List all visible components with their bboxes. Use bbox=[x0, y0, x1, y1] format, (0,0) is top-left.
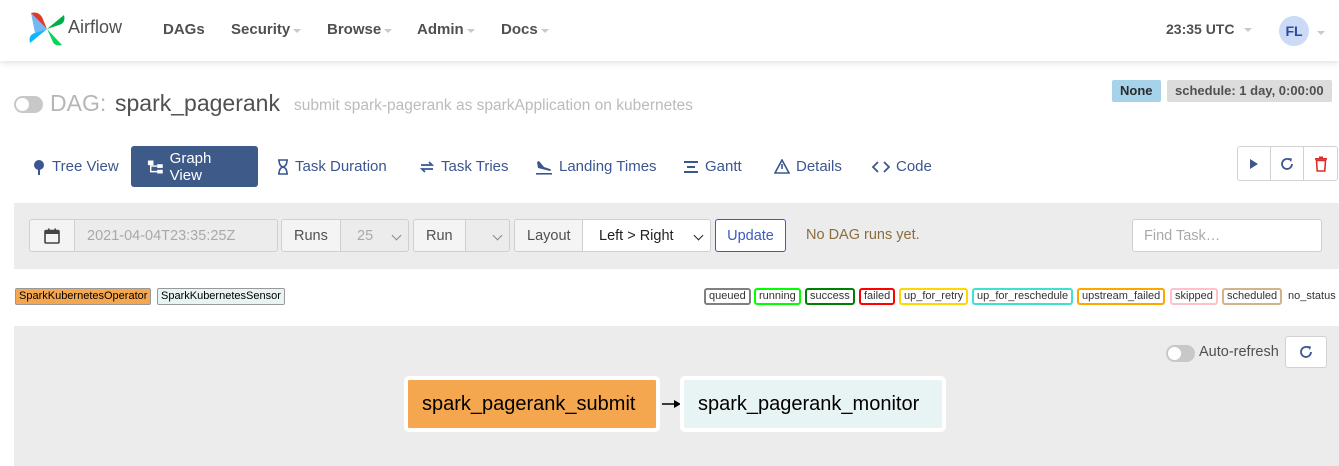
refresh-dag-button[interactable] bbox=[1271, 147, 1304, 180]
play-icon bbox=[1250, 158, 1258, 169]
dag-actions bbox=[1237, 146, 1338, 181]
execution-date-select[interactable] bbox=[465, 219, 510, 252]
tab-label: Task Tries bbox=[441, 158, 509, 175]
status-badge: None bbox=[1112, 80, 1161, 102]
nav-browse-label: Browse bbox=[327, 21, 382, 38]
timezone-dropdown[interactable]: 23:35 UTC bbox=[1166, 21, 1253, 37]
refresh-icon bbox=[1281, 157, 1293, 170]
tab-details[interactable]: Details bbox=[758, 146, 858, 187]
retry-icon bbox=[419, 160, 435, 173]
edge-arrow-icon bbox=[662, 400, 681, 408]
dag-description: submit spark-pagerank as sparkApplicatio… bbox=[294, 97, 693, 114]
runs-label: Runs bbox=[281, 219, 341, 252]
tab-label: Gantt bbox=[705, 158, 742, 175]
layout-label: Layout bbox=[514, 219, 583, 252]
chevron-down-icon bbox=[391, 230, 402, 241]
dag-graph-canvas[interactable]: Auto-refresh spark_pagerank_submit spark… bbox=[14, 326, 1339, 466]
tab-label: Graph View bbox=[169, 149, 212, 184]
status-legend-up-for-reschedule[interactable]: up_for_reschedule bbox=[972, 288, 1074, 305]
no-runs-message: No DAG runs yet. bbox=[806, 227, 920, 243]
airflow-brand[interactable]: Airflow bbox=[28, 11, 122, 47]
tab-label: Landing Times bbox=[559, 158, 657, 175]
find-task-input[interactable]: Find Task… bbox=[1132, 219, 1322, 252]
update-button[interactable]: Update bbox=[715, 219, 786, 252]
chevron-down-icon bbox=[293, 28, 302, 33]
graph-filter-bar: 2021-04-04T23:35:25Z Runs 25 Run Layout … bbox=[14, 203, 1339, 269]
user-menu-chevron-icon[interactable] bbox=[1317, 31, 1325, 35]
status-legend-skipped[interactable]: skipped bbox=[1170, 288, 1218, 305]
layout-value: Left > Right bbox=[599, 227, 674, 244]
nav-browse[interactable]: Browse bbox=[327, 21, 393, 38]
nav-admin-label: Admin bbox=[417, 21, 464, 38]
nav-docs-label: Docs bbox=[501, 21, 538, 38]
auto-refresh-toggle[interactable] bbox=[1166, 345, 1195, 362]
calendar-button[interactable] bbox=[29, 219, 75, 252]
auto-refresh-label: Auto-refresh bbox=[1199, 344, 1279, 360]
chevron-down-icon bbox=[540, 28, 549, 33]
trigger-dag-button[interactable] bbox=[1238, 147, 1271, 180]
airflow-pinwheel-icon bbox=[29, 12, 65, 46]
nav-dags-label: DAGs bbox=[163, 21, 205, 38]
warning-triangle-icon bbox=[774, 159, 790, 174]
tab-label: Details bbox=[796, 158, 842, 175]
status-legend-up-for-retry[interactable]: up_for_retry bbox=[899, 288, 969, 305]
status-legend-upstream-failed[interactable]: upstream_failed bbox=[1077, 288, 1166, 305]
delete-dag-button[interactable] bbox=[1304, 147, 1337, 180]
nav-security-label: Security bbox=[231, 21, 291, 38]
navbar: Airflow DAGs Security Browse Admin Docs … bbox=[0, 0, 1339, 61]
brand-name: Airflow bbox=[68, 16, 123, 37]
dag-id: spark_pagerank bbox=[115, 90, 280, 116]
tree-icon bbox=[34, 159, 44, 175]
nav-docs[interactable]: Docs bbox=[501, 21, 549, 38]
status-legend-success[interactable]: success bbox=[805, 288, 855, 305]
tab-tree-view[interactable]: Tree View bbox=[16, 146, 135, 187]
code-icon bbox=[872, 160, 890, 173]
task-node-spark-pagerank-submit[interactable]: spark_pagerank_submit bbox=[404, 376, 660, 432]
plane-landing-icon bbox=[536, 160, 552, 175]
operator-legend-item: SparkKubernetesSensor bbox=[157, 288, 285, 305]
tab-code[interactable]: Code bbox=[856, 146, 948, 187]
tab-label: Code bbox=[896, 158, 932, 175]
operator-legend-item: SparkKubernetesOperator bbox=[15, 288, 152, 305]
chevron-down-icon bbox=[492, 230, 503, 241]
chevron-down-icon bbox=[384, 28, 393, 33]
chevron-down-icon bbox=[693, 230, 704, 241]
run-label: Run bbox=[413, 219, 466, 252]
nav-security[interactable]: Security bbox=[231, 21, 302, 38]
num-runs-value: 25 bbox=[357, 227, 374, 244]
refresh-icon bbox=[1300, 346, 1312, 358]
gantt-icon bbox=[684, 160, 698, 173]
num-runs-select[interactable]: 25 bbox=[340, 219, 409, 252]
user-avatar[interactable]: FL bbox=[1279, 16, 1309, 46]
trash-icon bbox=[1314, 156, 1327, 172]
nav-dags[interactable]: DAGs bbox=[163, 21, 205, 38]
tab-label: Task Duration bbox=[295, 158, 387, 175]
tab-task-tries[interactable]: Task Tries bbox=[403, 146, 525, 187]
status-legend-queued[interactable]: queued bbox=[704, 288, 751, 305]
schedule-badge: schedule: 1 day, 0:00:00 bbox=[1167, 80, 1332, 102]
tab-graph-view[interactable]: Graph View bbox=[131, 146, 258, 187]
nav-admin[interactable]: Admin bbox=[417, 21, 475, 38]
base-date-input[interactable]: 2021-04-04T23:35:25Z bbox=[74, 219, 278, 252]
chevron-down-icon bbox=[1244, 28, 1253, 32]
chevron-down-icon bbox=[466, 28, 475, 33]
tab-label: Tree View bbox=[52, 158, 119, 175]
hourglass-icon bbox=[278, 158, 288, 175]
status-legend-scheduled[interactable]: scheduled bbox=[1222, 288, 1283, 305]
dag-pause-toggle[interactable] bbox=[14, 96, 43, 113]
tab-task-duration[interactable]: Task Duration bbox=[261, 146, 403, 187]
status-legend-no-status[interactable]: no_status bbox=[1288, 290, 1336, 302]
task-node-spark-pagerank-monitor[interactable]: spark_pagerank_monitor bbox=[680, 376, 946, 432]
current-time: 23:35 UTC bbox=[1166, 21, 1235, 37]
status-legend-failed[interactable]: failed bbox=[859, 288, 896, 305]
tab-landing-times[interactable]: Landing Times bbox=[519, 146, 673, 187]
status-legend-running[interactable]: running bbox=[754, 288, 801, 305]
tab-gantt[interactable]: Gantt bbox=[667, 146, 758, 187]
graph-icon bbox=[147, 160, 163, 173]
dag-prefix: DAG: bbox=[50, 90, 107, 116]
layout-select[interactable]: Left > Right bbox=[582, 219, 711, 252]
graph-refresh-button[interactable] bbox=[1285, 336, 1327, 368]
calendar-icon bbox=[44, 228, 60, 244]
